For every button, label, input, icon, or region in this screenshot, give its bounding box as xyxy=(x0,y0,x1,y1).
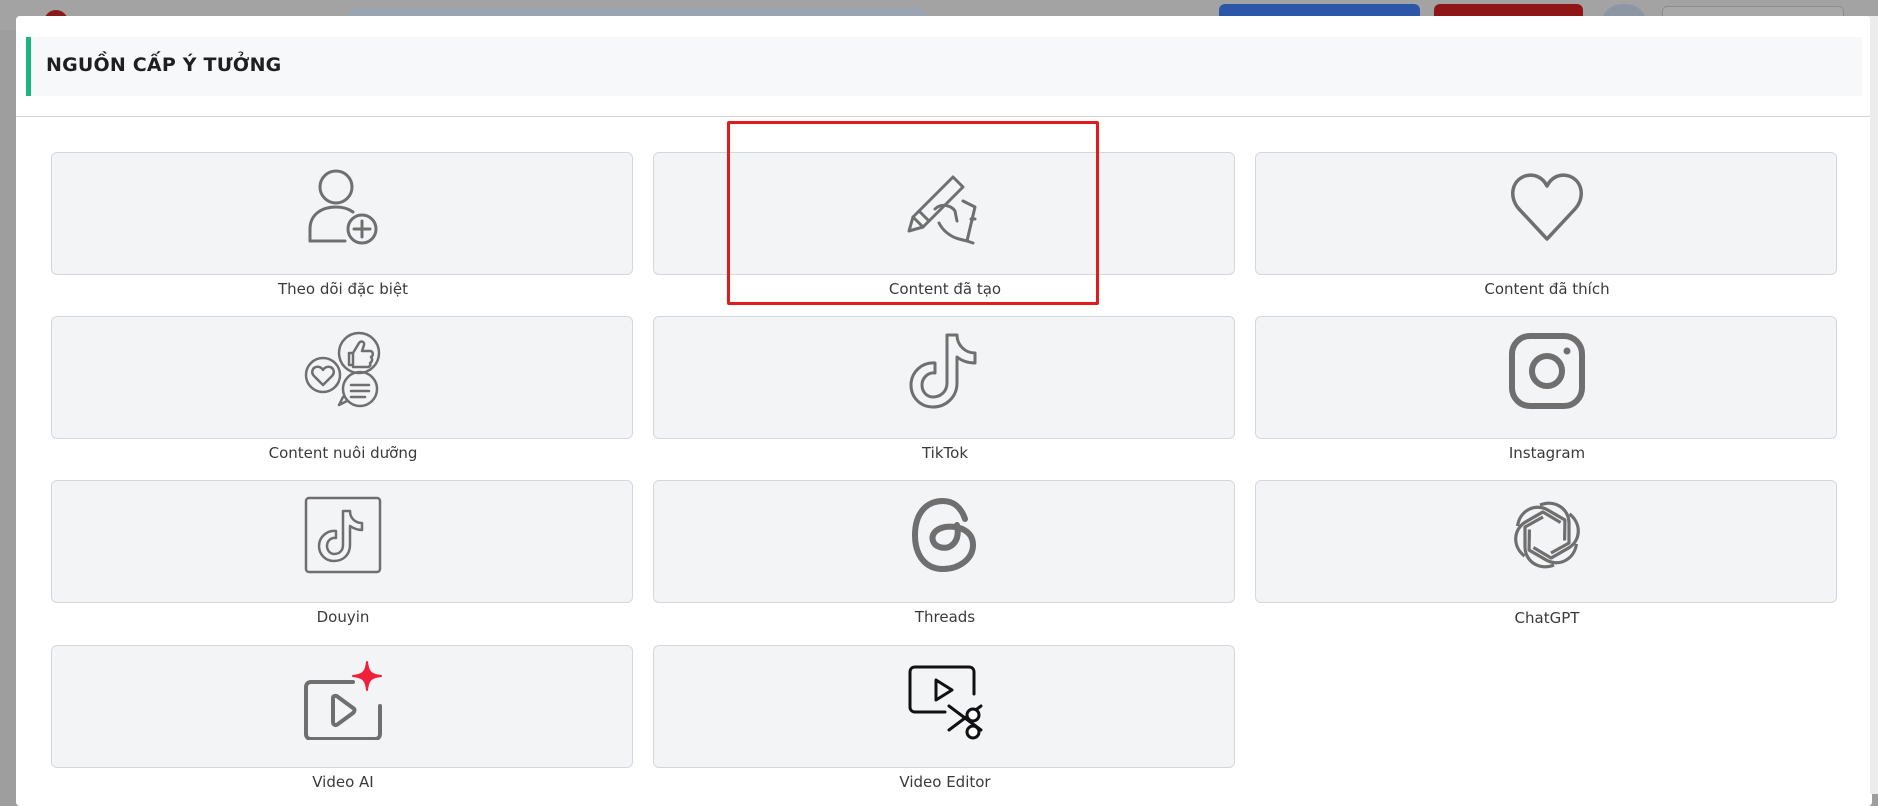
hand-writing-icon xyxy=(905,167,985,247)
tile-label: Theo dõi đặc biệt xyxy=(277,280,408,298)
modal-scrollbar[interactable] xyxy=(1870,16,1878,794)
video-editor-icon xyxy=(905,660,985,740)
tile-label: Video AI xyxy=(312,773,374,791)
video-ai-icon xyxy=(303,660,383,740)
instagram-icon xyxy=(1507,331,1587,411)
source-tile-douyin[interactable]: Douyin xyxy=(51,480,633,626)
threads-icon xyxy=(905,495,985,575)
modal-header: NGUỒN CẤP Ý TƯỞNG xyxy=(26,37,1862,96)
user-add-icon xyxy=(303,167,383,247)
tile-label: Content đã tạo xyxy=(888,280,1002,298)
source-tile-liked-content[interactable]: Content đã thích xyxy=(1255,152,1837,298)
douyin-icon xyxy=(303,495,383,575)
source-tile-instagram[interactable]: Instagram xyxy=(1255,316,1837,462)
source-tile-created-content[interactable]: Content đã tạo xyxy=(653,152,1235,298)
source-tile-chatgpt[interactable]: ChatGPT xyxy=(1255,480,1837,627)
source-tile-nurture-content[interactable]: Content nuôi dưỡng xyxy=(51,316,633,462)
source-tile-special-follow[interactable]: Theo dõi đặc biệt xyxy=(51,152,633,298)
tile-label: ChatGPT xyxy=(1514,609,1580,627)
tiktok-icon xyxy=(905,331,985,411)
tile-label: TikTok xyxy=(921,444,969,462)
source-tile-tiktok[interactable]: TikTok xyxy=(653,316,1235,462)
modal-divider xyxy=(16,116,1872,117)
source-tile-video-editor[interactable]: Video Editor xyxy=(653,645,1235,791)
modal-title: NGUỒN CẤP Ý TƯỞNG xyxy=(46,54,282,76)
chatgpt-icon xyxy=(1507,495,1587,575)
source-tile-threads[interactable]: Threads xyxy=(653,480,1235,626)
source-tile-video-ai[interactable]: Video AI xyxy=(51,645,633,791)
tile-label: Threads xyxy=(914,608,976,626)
tile-label: Douyin xyxy=(316,608,370,626)
heart-icon xyxy=(1507,167,1587,247)
tile-label: Content nuôi dưỡng xyxy=(268,444,418,462)
tile-label: Content đã thích xyxy=(1484,280,1610,298)
engagement-icon xyxy=(303,331,383,411)
tile-label: Video Editor xyxy=(899,773,991,791)
tile-label: Instagram xyxy=(1508,444,1586,462)
